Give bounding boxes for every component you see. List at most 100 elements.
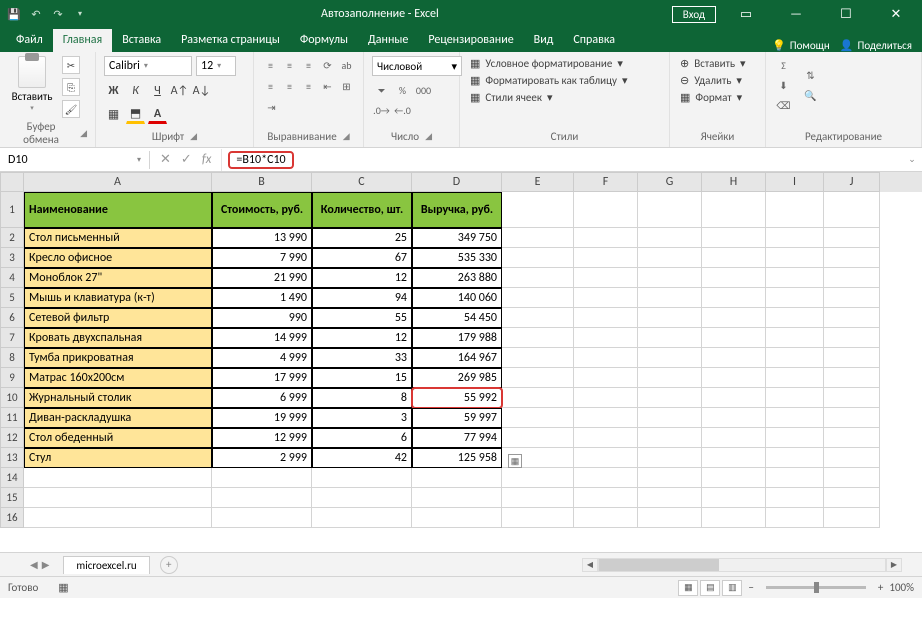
- tab-home[interactable]: Главная: [53, 29, 112, 52]
- cell-cost[interactable]: 990: [212, 308, 312, 328]
- col-header-G[interactable]: G: [638, 172, 702, 192]
- save-icon[interactable]: 💾: [6, 6, 22, 22]
- cell-cost[interactable]: 12 999: [212, 428, 312, 448]
- ribbon-display-icon[interactable]: ▭: [726, 0, 766, 28]
- font-launcher-icon[interactable]: ◢: [190, 131, 197, 142]
- cell-blank[interactable]: [574, 288, 638, 308]
- cell-blank[interactable]: [766, 468, 824, 488]
- format-painter-button[interactable]: 🖌: [62, 100, 80, 118]
- number-format-select[interactable]: Числовой▾: [372, 56, 462, 76]
- cell-blank[interactable]: [212, 468, 312, 488]
- cell-blank[interactable]: [824, 448, 880, 468]
- row-header-10[interactable]: 10: [0, 388, 24, 408]
- cell-blank[interactable]: [312, 508, 412, 528]
- cell-name[interactable]: Стол письменный: [24, 228, 212, 248]
- insert-cells-button[interactable]: ⊕Вставить▾: [678, 56, 757, 71]
- cell-blank[interactable]: [502, 468, 574, 488]
- cell-blank[interactable]: [574, 448, 638, 468]
- minimize-button[interactable]: —: [776, 0, 816, 28]
- cell-cost[interactable]: 7 990: [212, 248, 312, 268]
- number-launcher-icon[interactable]: ◢: [425, 131, 432, 142]
- fill-color-button[interactable]: ⬒: [126, 105, 145, 124]
- cell-qty[interactable]: 12: [312, 268, 412, 288]
- cell-qty[interactable]: 25: [312, 228, 412, 248]
- increase-decimal-button[interactable]: .0→: [372, 101, 391, 119]
- cell-blank[interactable]: [574, 348, 638, 368]
- cell-blank[interactable]: [702, 488, 766, 508]
- cell-blank[interactable]: [766, 328, 824, 348]
- cell-blank[interactable]: [824, 508, 880, 528]
- row-header-6[interactable]: 6: [0, 308, 24, 328]
- cell-qty[interactable]: 55: [312, 308, 412, 328]
- align-left-button[interactable]: ≡: [262, 77, 279, 95]
- tab-file[interactable]: Файл: [6, 29, 53, 52]
- cell-blank[interactable]: [824, 428, 880, 448]
- cell-revenue[interactable]: 535 330: [412, 248, 502, 268]
- cell-qty[interactable]: 42: [312, 448, 412, 468]
- cell-blank[interactable]: [502, 508, 574, 528]
- page-layout-view-button[interactable]: ▤: [700, 580, 720, 596]
- underline-button[interactable]: Ч: [148, 81, 167, 100]
- tab-data[interactable]: Данные: [358, 29, 418, 52]
- cell-blank[interactable]: [766, 268, 824, 288]
- merge-button[interactable]: ⊞: [338, 77, 355, 95]
- cell-blank[interactable]: [412, 488, 502, 508]
- col-header-C[interactable]: C: [312, 172, 412, 192]
- cell-blank[interactable]: [766, 448, 824, 468]
- cell-blank[interactable]: [766, 192, 824, 228]
- cell-blank[interactable]: [702, 508, 766, 528]
- row-header-13[interactable]: 13: [0, 448, 24, 468]
- sheet-nav-next-icon[interactable]: ▶: [42, 558, 50, 571]
- cell-revenue[interactable]: 125 958: [412, 448, 502, 468]
- cell-cost[interactable]: 14 999: [212, 328, 312, 348]
- header-qty[interactable]: Количество, шт.: [312, 192, 412, 228]
- cell-blank[interactable]: [412, 508, 502, 528]
- tell-me-button[interactable]: 💡Помощн: [772, 39, 830, 52]
- cell-blank[interactable]: [212, 488, 312, 508]
- share-button[interactable]: 👤Поделиться: [840, 39, 912, 52]
- fx-icon[interactable]: fx: [202, 152, 212, 167]
- cell-revenue[interactable]: 164 967: [412, 348, 502, 368]
- undo-icon[interactable]: ↶: [28, 6, 44, 22]
- sort-filter-button[interactable]: ⇅: [801, 66, 820, 84]
- scroll-left-icon[interactable]: ◀: [582, 558, 598, 572]
- clear-button[interactable]: ⌫: [774, 96, 793, 114]
- cell-blank[interactable]: [638, 228, 702, 248]
- format-as-table-button[interactable]: ▦Форматировать как таблицу▾: [468, 73, 661, 88]
- cell-revenue[interactable]: 54 450: [412, 308, 502, 328]
- cell-qty[interactable]: 94: [312, 288, 412, 308]
- cell-revenue[interactable]: 59 997: [412, 408, 502, 428]
- cell-blank[interactable]: [638, 488, 702, 508]
- cell-blank[interactable]: [638, 268, 702, 288]
- copy-button[interactable]: ⎘: [62, 78, 80, 96]
- cell-blank[interactable]: [502, 328, 574, 348]
- cell-cost[interactable]: 21 990: [212, 268, 312, 288]
- cell-cost[interactable]: 19 999: [212, 408, 312, 428]
- col-header-H[interactable]: H: [702, 172, 766, 192]
- tab-help[interactable]: Справка: [563, 29, 625, 52]
- cell-revenue[interactable]: 55 992: [412, 388, 502, 408]
- cell-name[interactable]: Тумба прикроватная: [24, 348, 212, 368]
- cell-blank[interactable]: [766, 308, 824, 328]
- row-header-8[interactable]: 8: [0, 348, 24, 368]
- cell-revenue[interactable]: 77 994: [412, 428, 502, 448]
- col-header-I[interactable]: I: [766, 172, 824, 192]
- cell-styles-button[interactable]: ▦Стили ячеек▾: [468, 90, 661, 105]
- clipboard-launcher-icon[interactable]: ◢: [80, 128, 87, 139]
- increase-indent-button[interactable]: ⇥: [262, 98, 281, 116]
- cell-blank[interactable]: [638, 428, 702, 448]
- cell-blank[interactable]: [766, 388, 824, 408]
- cell-blank[interactable]: [638, 192, 702, 228]
- font-color-button[interactable]: А: [148, 105, 167, 124]
- cell-blank[interactable]: [638, 288, 702, 308]
- cell-cost[interactable]: 1 490: [212, 288, 312, 308]
- cell-qty[interactable]: 3: [312, 408, 412, 428]
- paste-button[interactable]: Вставить ▾: [8, 56, 56, 118]
- wrap-text-button[interactable]: ab: [338, 56, 355, 74]
- cell-blank[interactable]: [702, 248, 766, 268]
- cell-blank[interactable]: [766, 508, 824, 528]
- cell-blank[interactable]: [638, 408, 702, 428]
- cell-blank[interactable]: [766, 228, 824, 248]
- cell-blank[interactable]: [824, 192, 880, 228]
- autofill-options-icon[interactable]: ▦: [508, 454, 522, 468]
